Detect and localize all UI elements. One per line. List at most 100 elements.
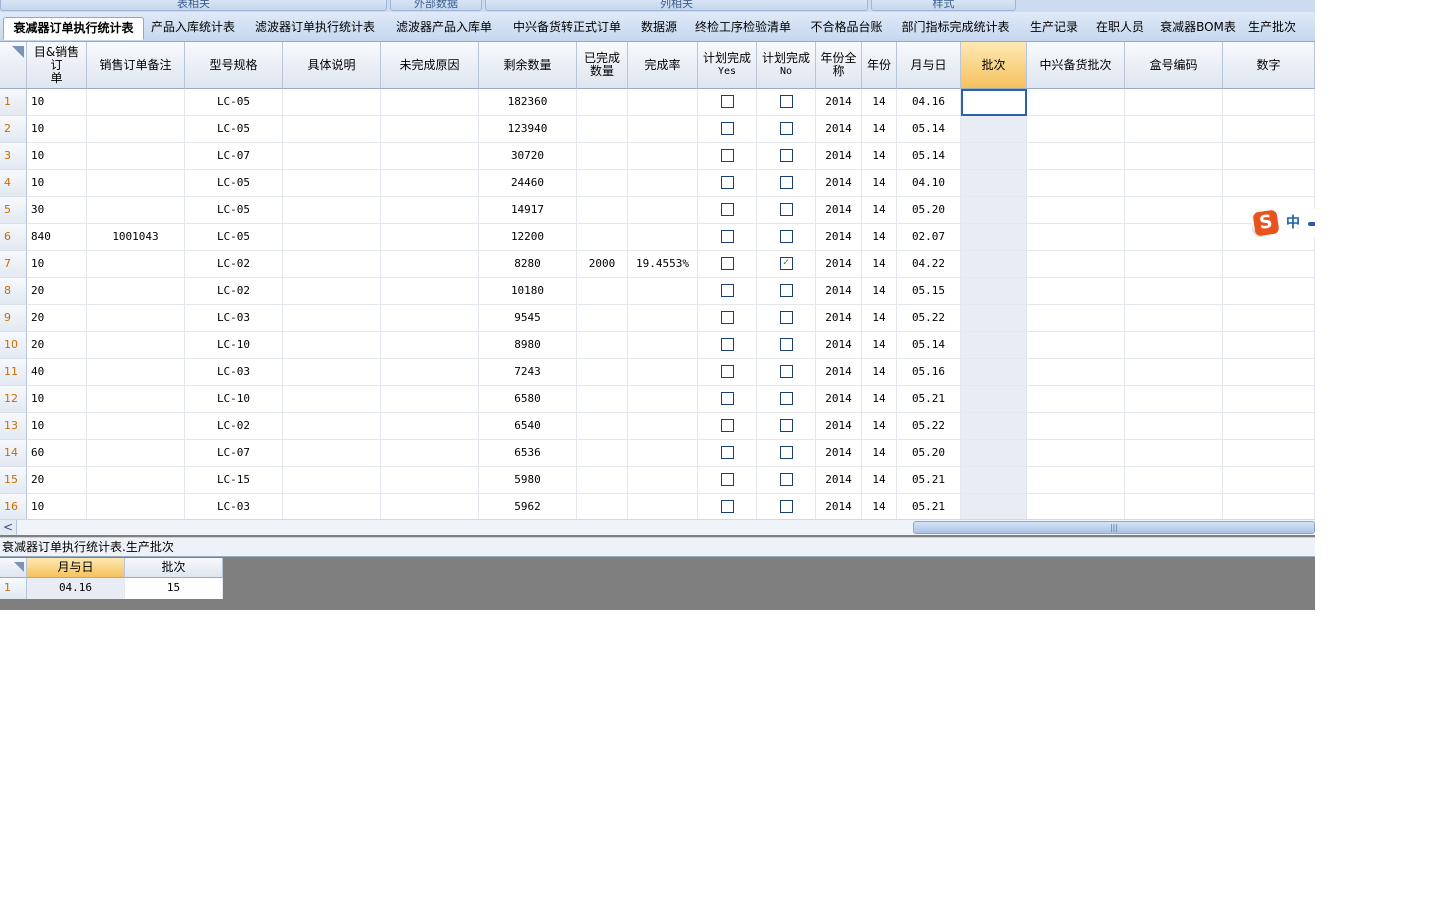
checkbox[interactable] <box>720 337 734 351</box>
ribbon-group-table[interactable]: 表相关 <box>0 0 387 11</box>
checkbox[interactable] <box>779 94 793 108</box>
cell-model[interactable]: LC-05 <box>185 116 283 143</box>
cell-plan-yes[interactable] <box>698 494 757 519</box>
cell-description[interactable] <box>283 305 381 332</box>
column-header-batch[interactable]: 批次 <box>961 42 1027 89</box>
cell-year[interactable]: 14 <box>862 170 897 197</box>
checkbox[interactable] <box>720 283 734 297</box>
cell-zte-batch[interactable] <box>1027 413 1125 440</box>
cell-sales-note[interactable] <box>87 440 185 467</box>
cell-model[interactable]: LC-02 <box>185 413 283 440</box>
cell-description[interactable] <box>283 224 381 251</box>
cell-incomplete-reason[interactable] <box>381 251 479 278</box>
cell-year[interactable]: 14 <box>862 251 897 278</box>
tab-production-records[interactable]: 生产记录 <box>1026 17 1082 40</box>
column-header-completion-rate[interactable]: 完成率 <box>628 42 698 89</box>
cell-sales-note[interactable] <box>87 197 185 224</box>
cell-incomplete-reason[interactable] <box>381 494 479 519</box>
cell-number[interactable] <box>1223 170 1315 197</box>
column-header-remaining-qty[interactable]: 剩余数量 <box>479 42 577 89</box>
cell-description[interactable] <box>283 332 381 359</box>
cell-completed-qty[interactable] <box>577 116 628 143</box>
cell-zte-batch[interactable] <box>1027 197 1125 224</box>
checkbox[interactable] <box>720 499 734 513</box>
cell-plan-yes[interactable] <box>698 359 757 386</box>
cell-completion-rate[interactable] <box>628 89 698 116</box>
cell-plan-no[interactable] <box>757 197 816 224</box>
cell-year[interactable]: 14 <box>862 413 897 440</box>
row-number[interactable]: 11 <box>0 359 27 386</box>
cell-completed-qty[interactable] <box>577 413 628 440</box>
cell-zte-batch[interactable] <box>1027 467 1125 494</box>
subpanel-cell-month-day[interactable]: 04.16 <box>27 578 125 599</box>
checkbox[interactable] <box>779 121 793 135</box>
cell-zte-batch[interactable] <box>1027 224 1125 251</box>
cell-completion-rate[interactable] <box>628 440 698 467</box>
cell-zte-batch[interactable] <box>1027 116 1125 143</box>
cell-remaining-qty[interactable]: 30720 <box>479 143 577 170</box>
cell-completion-rate[interactable] <box>628 386 698 413</box>
cell-batch[interactable] <box>961 359 1027 386</box>
cell-description[interactable] <box>283 116 381 143</box>
cell-remaining-qty[interactable]: 182360 <box>479 89 577 116</box>
row-number[interactable]: 8 <box>0 278 27 305</box>
cell-plan-yes[interactable] <box>698 224 757 251</box>
cell-sales-note[interactable] <box>87 413 185 440</box>
cell-box-code[interactable] <box>1125 413 1223 440</box>
ribbon-group-style[interactable]: 样式 <box>871 0 1016 11</box>
cell-sales-note[interactable] <box>87 143 185 170</box>
cell-sales-note[interactable] <box>87 251 185 278</box>
cell-model[interactable]: LC-07 <box>185 143 283 170</box>
cell-completion-rate[interactable] <box>628 359 698 386</box>
checkbox[interactable] <box>779 391 793 405</box>
cell-qty[interactable]: 10 <box>27 89 87 116</box>
cell-number[interactable] <box>1223 386 1315 413</box>
cell-sales-note[interactable] <box>87 305 185 332</box>
row-number[interactable]: 6 <box>0 224 27 251</box>
checkbox[interactable] <box>720 121 734 135</box>
cell-plan-no[interactable] <box>757 224 816 251</box>
checkbox[interactable] <box>720 364 734 378</box>
cell-year[interactable]: 14 <box>862 116 897 143</box>
cell-completed-qty[interactable]: 2000 <box>577 251 628 278</box>
tab-attenuator-order-stats[interactable]: 衰减器订单执行统计表 <box>3 17 144 40</box>
checkbox[interactable] <box>779 364 793 378</box>
cell-zte-batch[interactable] <box>1027 251 1125 278</box>
cell-incomplete-reason[interactable] <box>381 305 479 332</box>
cell-sales-note[interactable] <box>87 89 185 116</box>
cell-incomplete-reason[interactable] <box>381 170 479 197</box>
tab-filter-inbound-list[interactable]: 滤波器产品入库单 <box>392 17 496 40</box>
cell-completed-qty[interactable] <box>577 89 628 116</box>
cell-year-full[interactable]: 2014 <box>816 224 862 251</box>
cell-model[interactable]: LC-05 <box>185 170 283 197</box>
cell-month-day[interactable]: 05.14 <box>897 116 961 143</box>
cell-box-code[interactable] <box>1125 386 1223 413</box>
cell-incomplete-reason[interactable] <box>381 413 479 440</box>
tab-filter-order-stats[interactable]: 滤波器订单执行统计表 <box>250 17 380 40</box>
cell-sales-note[interactable] <box>87 170 185 197</box>
cell-model[interactable]: LC-02 <box>185 251 283 278</box>
cell-box-code[interactable] <box>1125 143 1223 170</box>
row-number[interactable]: 2 <box>0 116 27 143</box>
checkbox[interactable] <box>720 256 734 270</box>
cell-plan-yes[interactable] <box>698 413 757 440</box>
cell-month-day[interactable]: 05.20 <box>897 440 961 467</box>
cell-qty[interactable]: 10 <box>27 386 87 413</box>
cell-year-full[interactable]: 2014 <box>816 170 862 197</box>
cell-qty[interactable]: 10 <box>27 251 87 278</box>
cell-incomplete-reason[interactable] <box>381 116 479 143</box>
column-header-plan-no[interactable]: 计划完成 No <box>757 42 816 89</box>
cell-zte-batch[interactable] <box>1027 359 1125 386</box>
cell-qty[interactable]: 10 <box>27 143 87 170</box>
cell-zte-batch[interactable] <box>1027 440 1125 467</box>
row-number[interactable]: 7 <box>0 251 27 278</box>
cell-number[interactable] <box>1223 413 1315 440</box>
row-number[interactable]: 16 <box>0 494 27 519</box>
checkbox[interactable] <box>720 229 734 243</box>
cell-zte-batch[interactable] <box>1027 143 1125 170</box>
cell-remaining-qty[interactable]: 5980 <box>479 467 577 494</box>
cell-qty[interactable]: 10 <box>27 116 87 143</box>
cell-description[interactable] <box>283 278 381 305</box>
checkbox[interactable] <box>779 202 793 216</box>
cell-plan-yes[interactable] <box>698 251 757 278</box>
